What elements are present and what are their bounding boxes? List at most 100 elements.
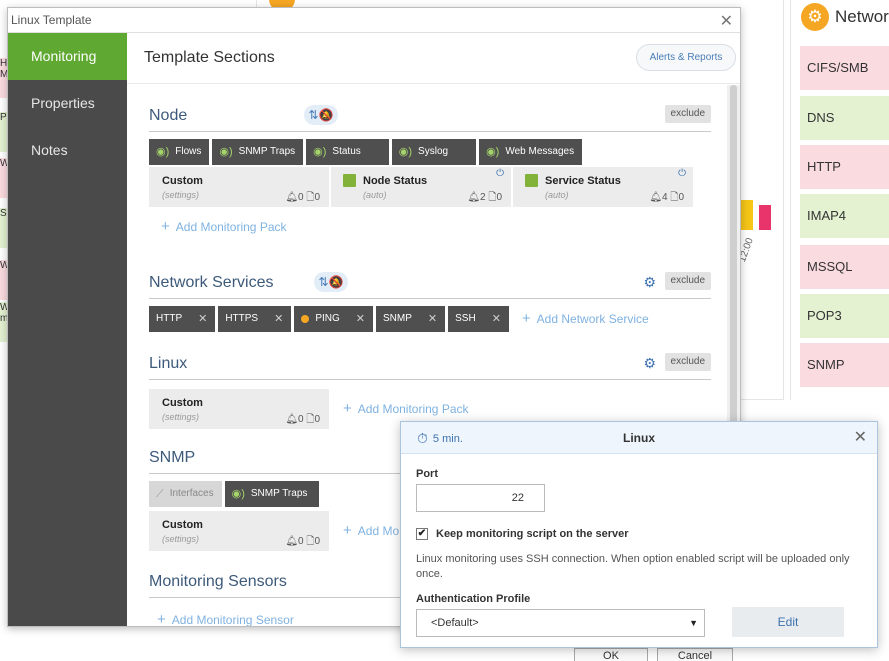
chip-label: SNMP Traps [250,488,308,499]
chip-label: SNMP Traps [238,146,296,157]
add-link-label: Add Mo [357,524,400,538]
keep-script-checkbox[interactable]: ✔ Keep monitoring script on the server [416,528,629,540]
cancel-button[interactable]: Cancel [657,648,733,661]
ssh-info-text: Linux monitoring uses SSH connection. Wh… [416,553,850,580]
chip-label: SSH [455,313,476,324]
power-icon[interactable]: ⏻ [678,168,686,179]
pack-custom[interactable]: Custom (settings) 🔔︎0 🗋0 [149,167,329,207]
edit-button[interactable]: Edit [732,607,844,637]
add-link-label: Add Monitoring Sensor [171,613,294,626]
service-item[interactable]: POP3 [800,294,889,338]
chip-snmp-traps[interactable]: ◉) SNMP Traps [212,139,304,165]
pack-counts: 🔔︎0 🗋0 [285,190,320,207]
dialog-sidebar: Monitoring Properties Notes [8,33,134,626]
pack-counts: 🔔︎0 🗋0 [285,534,320,551]
stopwatch-icon: ⏱ [417,430,428,446]
chart-bar [741,200,753,230]
chip-web-messages[interactable]: ◉) Web Messages [479,139,583,165]
chip-snmp[interactable]: SNMP ✕ [376,306,446,332]
remove-icon[interactable]: ✕ [492,306,501,332]
service-item[interactable]: HTTP [800,145,889,189]
pack-sub: (settings) [162,534,200,544]
add-network-service-link[interactable]: + Add Network Service [522,306,649,332]
pack-name: Custom [162,519,203,531]
pack-name: Service Status [545,175,621,187]
close-icon[interactable]: ✕ [720,11,733,31]
power-icon[interactable]: ⏻ [496,168,504,179]
pack-name: Custom [162,175,203,187]
gear-icon[interactable]: ⚙ [643,274,656,291]
pack-name: Node Status [363,175,428,187]
exclude-button[interactable]: exclude [664,353,711,371]
sidebar-item-notes[interactable]: Notes [8,127,127,174]
section-title: Network Services [149,274,274,291]
service-item[interactable]: IMAP4 [800,194,889,238]
notifications-off-icon[interactable]: ⇅🔕 [304,105,338,125]
sidebar-item-properties[interactable]: Properties [8,80,127,127]
plus-icon: + [343,400,352,417]
pack-custom[interactable]: Custom (settings) 🔔︎0 🗋0 [149,511,329,551]
content-header: Template Sections Alerts & Reports [127,33,740,84]
remove-icon[interactable]: ✕ [274,306,283,332]
section-header: Linux ⚙ exclude [149,353,711,380]
alert-count: 0 [298,536,304,547]
pack-service-status[interactable]: ⏻ Service Status (auto) 🔔︎4 🗋0 [513,167,693,207]
alerts-reports-button[interactable]: Alerts & Reports [636,44,736,71]
section-header: Node ⇅🔕 exclude [149,105,711,132]
checkbox-label: Keep monitoring script on the server [436,528,629,540]
chip-syslog[interactable]: ◉) Syslog [391,139,477,165]
notifications-off-icon[interactable]: ⇅🔕 [314,272,348,292]
node-packs: Custom (settings) 🔔︎0 🗋0 ⏻ Node Status (… [149,167,693,207]
port-input[interactable] [416,484,545,512]
network-service-chips: HTTP ✕ HTTPS ✕ PING ✕ SNMP ✕ SSH ✕ + Add Netwo… [149,306,649,332]
remove-icon[interactable]: ✕ [198,306,207,332]
interval-value: 5 min. [432,432,463,445]
interval-selector[interactable]: ⏱ 5 min. [417,430,463,447]
service-item[interactable]: DNS [800,96,889,140]
alert-count: 0 [298,192,304,203]
add-monitoring-pack-link[interactable]: + Add Monitoring Pack [161,218,287,235]
pack-sub: (auto) [545,190,569,200]
pack-node-status[interactable]: ⏻ Node Status (auto) 🔔︎2 🗋0 [331,167,511,207]
signal-icon: ◉) [231,488,245,500]
plus-icon: + [521,310,531,327]
chip-label: Syslog [418,146,449,157]
exclude-button[interactable]: exclude [664,105,711,123]
chip-interfaces[interactable]: ⟋ Interfaces [149,481,222,507]
gears-icon: ⚙ [801,3,829,31]
service-item[interactable]: MSSQL [800,245,889,289]
chip-ssh[interactable]: SSH ✕ [448,306,509,332]
add-monitoring-pack-link[interactable]: + Add Mo [343,511,399,551]
add-link-label: Add Monitoring Pack [357,402,469,416]
sidebar-item-monitoring[interactable]: Monitoring [8,33,134,80]
auth-profile-select[interactable]: <Default> ▼ [416,609,705,637]
chip-snmp-traps[interactable]: ◉) SNMP Traps [224,481,320,507]
signal-icon: ◉) [156,146,170,158]
doc-count: 0 [314,536,320,547]
pack-custom[interactable]: Custom (settings) 🔔︎0 🗋0 [149,389,329,429]
exclude-button[interactable]: exclude [664,272,711,290]
section-node: Node ⇅🔕 exclude ◉) Flows ◉) SNMP Traps ◉) S… [149,105,711,235]
checkbox-checked-icon[interactable]: ✔ [416,528,428,540]
gear-icon[interactable]: ⚙ [643,355,656,372]
chip-flows[interactable]: ◉) Flows [149,139,210,165]
service-item[interactable]: SNMP [800,343,889,387]
service-item[interactable]: CIFS/SMB [800,46,889,90]
doc-count: 0 [314,192,320,203]
chip-label: PING [315,313,340,324]
chip-https[interactable]: HTTPS ✕ [218,306,292,332]
pack-sub: (auto) [363,190,387,200]
remove-icon[interactable]: ✕ [428,306,437,332]
remove-icon[interactable]: ✕ [356,306,365,332]
pack-counts: 🔔︎4 🗋0 [649,190,684,207]
network-panel-header: ⚙ Networ [801,3,889,31]
ok-button[interactable]: OK [574,648,648,661]
chip-status[interactable]: ◉) Status [306,139,389,165]
chip-ping[interactable]: PING ✕ [294,306,373,332]
chip-http[interactable]: HTTP ✕ [149,306,216,332]
add-monitoring-sensor-link[interactable]: + Add Monitoring Sensor [157,611,294,626]
page-title: Template Sections [144,49,275,66]
warning-dot-icon [301,315,310,323]
section-network-services: Network Services ⇅🔕 ⚙ exclude HTTP ✕ HTTP… [149,272,711,332]
close-icon[interactable]: ✕ [854,427,867,447]
